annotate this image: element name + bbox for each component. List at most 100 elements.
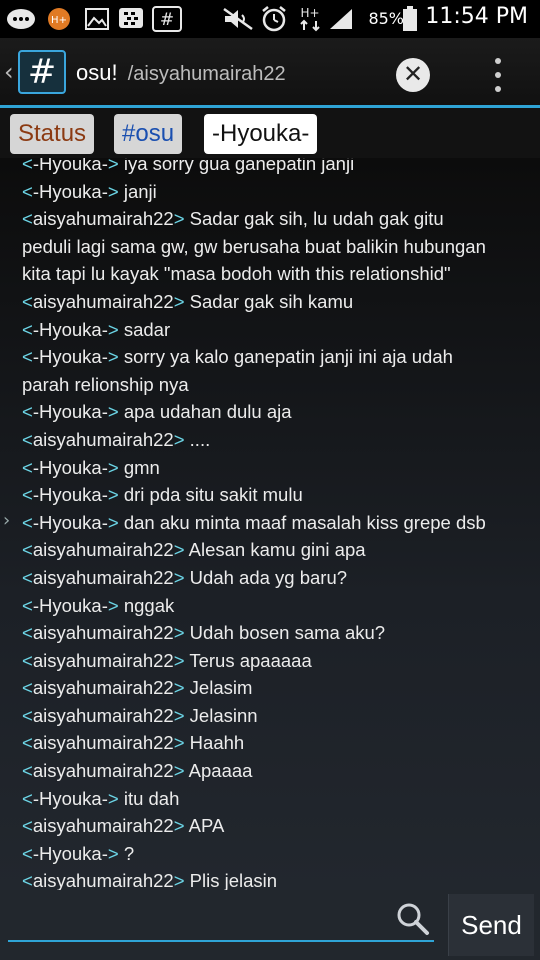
chat-message: <aisyahumairah22> Apaaaa (22, 757, 522, 785)
chat-message: <-Hyouka-> iya sorry gua ganepatin janji (22, 158, 522, 178)
mute-icon (222, 7, 254, 31)
chat-message: <aisyahumairah22> Sadar gak sih, lu udah… (22, 205, 522, 233)
tab-osu[interactable]: #osu (114, 114, 183, 154)
message-text: iya sorry gua ganepatin janji (123, 158, 355, 174)
message-nick[interactable]: <aisyahumairah22> (22, 539, 189, 560)
message-nick[interactable]: <aisyahumairah22> (22, 815, 189, 836)
chat-message: <aisyahumairah22> Haahh (22, 729, 522, 757)
alarm-icon (260, 6, 288, 32)
svg-text:H+: H+ (51, 15, 67, 26)
chat-message: kita tapi lu kayak "masa bodoh with this… (22, 260, 522, 288)
message-text: .... (189, 428, 211, 450)
message-text: Jelasim (189, 677, 253, 699)
message-text: Udah ada yg baru? (189, 566, 348, 588)
channel-name: osu! (76, 60, 118, 85)
status-bar: H+ # H+ 85% 11:54 PM (0, 0, 540, 38)
tab-status[interactable]: Status (10, 114, 95, 154)
bbm-icon (118, 7, 144, 31)
message-text: sadar (123, 318, 171, 340)
action-bar: ‹ # osu! /aisyahumairah22 ✕ (0, 38, 540, 108)
data-hplus-icon: H+ (298, 6, 324, 32)
nick-name: aisyahumairah22 (32, 649, 174, 671)
message-nick[interactable]: <aisyahumairah22> (22, 732, 190, 753)
chat-message: <-Hyouka-> sadar (22, 316, 522, 344)
message-text: peduli lagi sama gw, gw berusaha buat ba… (22, 235, 486, 257)
message-text: Jelasinn (189, 704, 258, 726)
message-nick[interactable]: <aisyahumairah22> (22, 208, 190, 229)
message-text: APA (188, 815, 225, 837)
svg-text:H+: H+ (300, 6, 319, 20)
nick-name: aisyahumairah22 (32, 290, 174, 312)
chat-lines: <-Hyouka-> iya sorry gua ganepatin janji… (22, 158, 522, 890)
channel-title: osu! /aisyahumairah22 (76, 60, 286, 86)
message-text: janji (123, 180, 157, 202)
message-nick[interactable]: <aisyahumairah22> (22, 291, 190, 312)
nick-name: -Hyouka- (32, 842, 108, 864)
nick-name: -Hyouka- (32, 511, 108, 533)
message-nick[interactable]: <aisyahumairah22> (22, 567, 190, 588)
message-text: Apaaaa (188, 760, 253, 782)
message-nick[interactable]: <-Hyouka-> (22, 484, 124, 505)
chat-message: <aisyahumairah22> Udah bosen sama aku? (22, 619, 522, 647)
app-hash-icon[interactable]: # (18, 50, 66, 94)
message-nick[interactable]: <aisyahumairah22> (22, 677, 190, 698)
message-text: parah relionship nya (22, 373, 189, 395)
message-nick[interactable]: <aisyahumairah22> (22, 760, 189, 781)
nick-name: -Hyouka- (32, 346, 108, 368)
chevron-left-icon[interactable]: ‹ (4, 58, 14, 86)
message-nick[interactable]: <-Hyouka-> (22, 512, 124, 533)
chat-message: <-Hyouka-> apa udahan dulu aja (22, 398, 522, 426)
nick-name: aisyahumairah22 (32, 539, 174, 561)
message-text: dan aku minta maaf masalah kiss grepe ds… (123, 511, 486, 533)
message-nick[interactable]: <-Hyouka-> (22, 346, 124, 367)
battery-icon (402, 6, 418, 31)
message-nick[interactable]: <-Hyouka-> (22, 181, 124, 202)
nick-name: aisyahumairah22 (32, 677, 174, 699)
nick-name: aisyahumairah22 (32, 208, 174, 230)
nick-name: -Hyouka- (32, 401, 108, 423)
nick-name: aisyahumairah22 (32, 760, 174, 782)
message-nick[interactable]: <aisyahumairah22> (22, 622, 190, 643)
message-text: ? (123, 842, 135, 864)
clock: 11:54 PM (425, 4, 528, 29)
chat-message: <aisyahumairah22> Terus apaaaaa (22, 647, 522, 675)
message-nick[interactable]: <-Hyouka-> (22, 457, 124, 478)
message-nick[interactable]: <aisyahumairah22> (22, 650, 189, 671)
chat-message: <-Hyouka-> dan aku minta maaf masalah ki… (22, 509, 522, 537)
nick-name: -Hyouka- (32, 484, 108, 506)
message-nick[interactable]: <aisyahumairah22> (22, 705, 190, 726)
chat-message: <aisyahumairah22> Jelasinn (22, 702, 522, 730)
signal-icon (328, 7, 354, 31)
message-nick[interactable]: <-Hyouka-> (22, 319, 124, 340)
message-text: nggak (123, 594, 175, 616)
nick-name: -Hyouka- (32, 180, 108, 202)
message-nick[interactable]: <aisyahumairah22> (22, 870, 190, 890)
network-hplus-icon: H+ (46, 7, 72, 31)
nick-name: aisyahumairah22 (32, 566, 174, 588)
send-button[interactable]: Send (448, 894, 534, 956)
message-text: Udah bosen sama aku? (189, 622, 386, 644)
chat-message: <aisyahumairah22> Udah ada yg baru? (22, 564, 522, 592)
messages-icon (6, 7, 36, 31)
message-nick[interactable]: <-Hyouka-> (22, 158, 124, 174)
message-text: sorry ya kalo ganepatin janji ini aja ud… (123, 346, 453, 368)
message-nick[interactable]: <-Hyouka-> (22, 843, 124, 864)
close-icon[interactable]: ✕ (396, 58, 430, 92)
channel-tabs: Status #osu -Hyouka- (0, 108, 540, 158)
message-input[interactable] (8, 900, 434, 942)
nick-name: -Hyouka- (32, 158, 108, 174)
chat-log[interactable]: › <-Hyouka-> iya sorry gua ganepatin jan… (0, 158, 540, 890)
message-nick[interactable]: <-Hyouka-> (22, 595, 124, 616)
search-icon[interactable] (396, 902, 430, 936)
tab-hyouka[interactable]: -Hyouka- (204, 114, 318, 154)
chat-message: <aisyahumairah22> Jelasim (22, 674, 522, 702)
nick-name: aisyahumairah22 (32, 815, 174, 837)
chat-message: <-Hyouka-> nggak (22, 592, 522, 620)
message-nick[interactable]: <-Hyouka-> (22, 788, 124, 809)
nick-name: -Hyouka- (32, 318, 108, 340)
overflow-menu-icon[interactable] (488, 56, 508, 94)
message-nick[interactable]: <aisyahumairah22> (22, 429, 190, 450)
nick-name: aisyahumairah22 (32, 870, 174, 890)
chevron-right-icon[interactable]: › (3, 510, 10, 531)
message-nick[interactable]: <-Hyouka-> (22, 401, 124, 422)
